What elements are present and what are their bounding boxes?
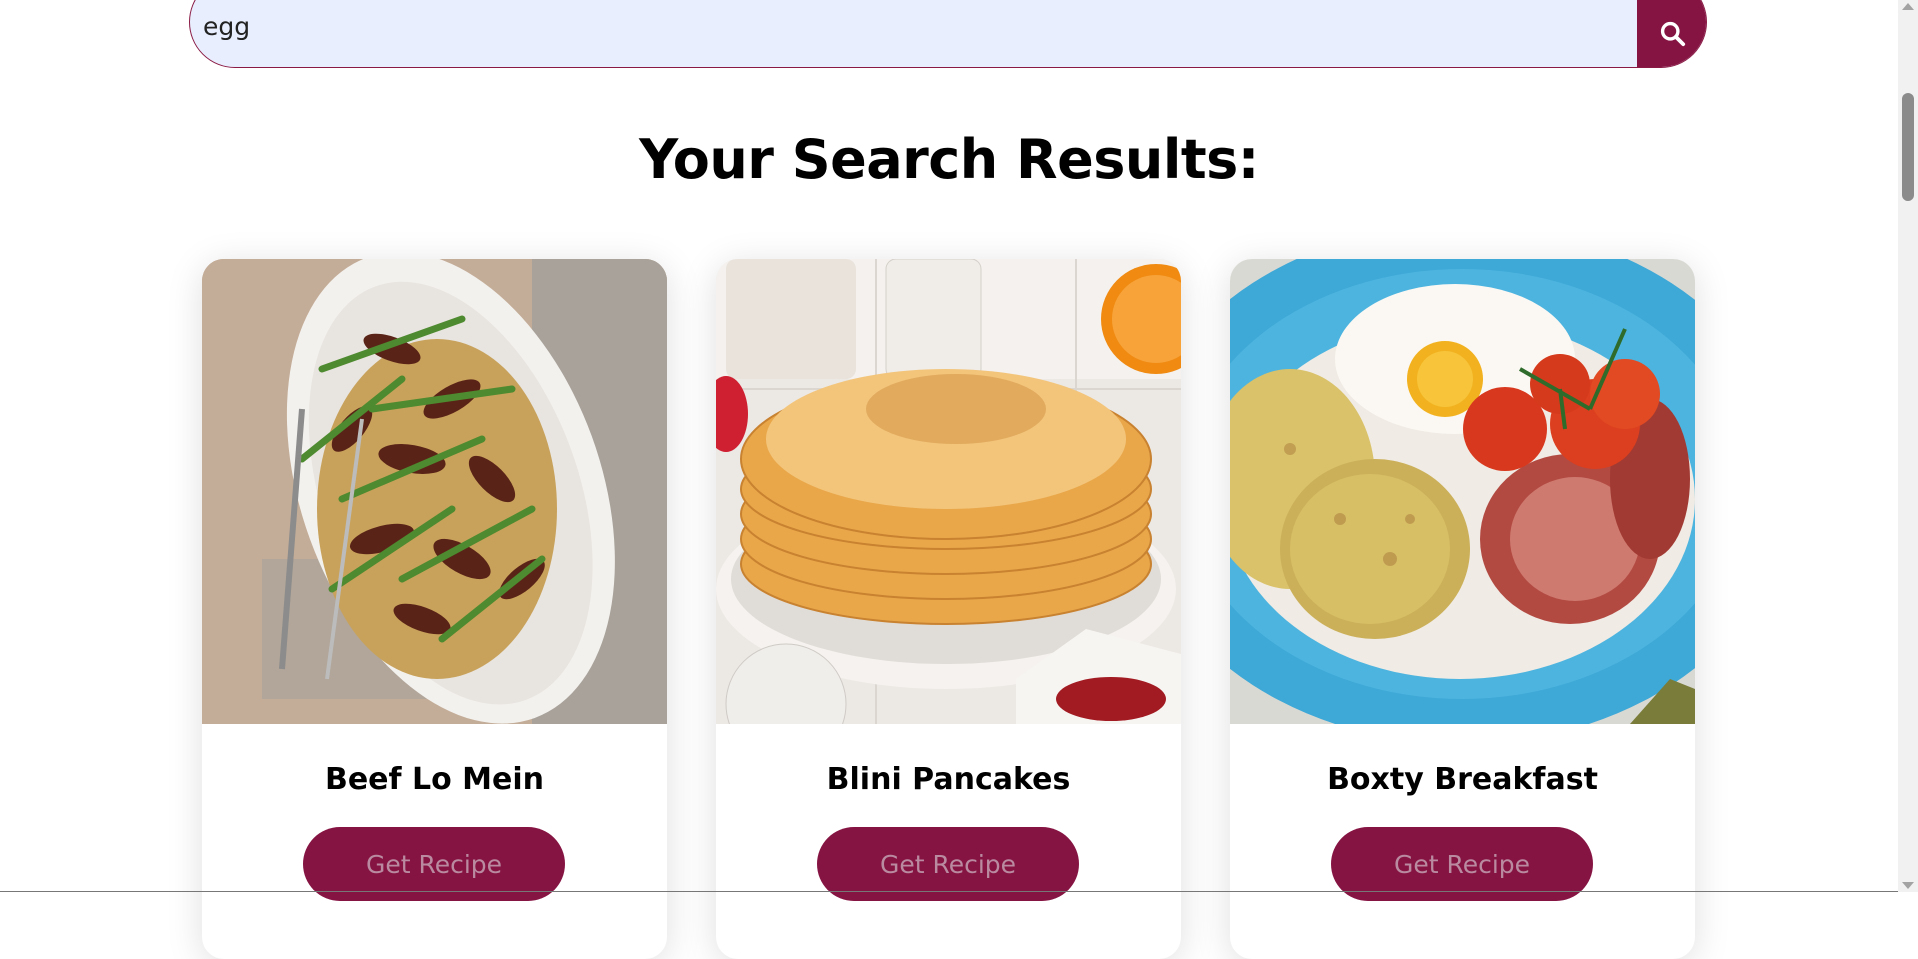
recipe-card: Beef Lo Mein Get Recipe <box>202 259 667 959</box>
recipe-image <box>1230 259 1695 724</box>
page-title: Your Search Results: <box>639 128 1259 191</box>
recipe-card: Boxty Breakfast Get Recipe <box>1230 259 1695 959</box>
recipe-title: Boxty Breakfast <box>1327 762 1598 797</box>
get-recipe-button[interactable]: Get Recipe <box>303 827 565 901</box>
scroll-thumb[interactable] <box>1902 93 1914 201</box>
scrollbar[interactable] <box>1898 0 1918 892</box>
search-button[interactable] <box>1637 0 1706 67</box>
search-icon <box>1660 21 1685 47</box>
get-recipe-button[interactable]: Get Recipe <box>817 827 1079 901</box>
recipe-image <box>716 259 1181 724</box>
search-input[interactable] <box>190 0 1638 67</box>
scroll-down-icon[interactable] <box>1902 882 1914 889</box>
get-recipe-button[interactable]: Get Recipe <box>1331 827 1593 901</box>
search-bar <box>189 0 1707 68</box>
recipe-image <box>202 259 667 724</box>
scroll-up-icon[interactable] <box>1902 3 1914 10</box>
recipe-card: Blini Pancakes Get Recipe <box>716 259 1181 959</box>
recipe-title: Blini Pancakes <box>826 762 1071 797</box>
recipe-title: Beef Lo Mein <box>324 762 545 797</box>
